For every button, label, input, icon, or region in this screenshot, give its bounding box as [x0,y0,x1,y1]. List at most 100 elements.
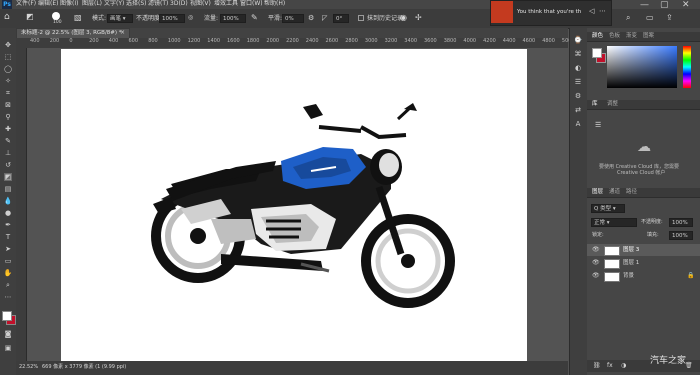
document-info[interactable]: 669 像素 x 3779 像素 (1 (9.99 ppi) [42,365,126,370]
library-message-2: Creative Cloud 帐户 [617,170,666,176]
layer-fill-input[interactable]: 100% [669,231,693,240]
quick-mask-icon[interactable]: ◙ [4,330,12,338]
home-icon[interactable]: ⌂ [4,13,10,22]
menu-edit[interactable]: 编辑(E) [38,1,58,7]
zoom-tool-icon[interactable]: ⌕ [4,281,12,289]
menu-type[interactable]: 文字(Y) [104,1,124,7]
menu-window[interactable]: 窗口(W) [240,1,263,7]
menu-filter[interactable]: 滤镜(T) [148,1,168,7]
hue-slider[interactable] [683,46,691,88]
menu-layer[interactable]: 图层(L) [82,1,102,7]
tab-swatches[interactable]: 色板 [609,33,620,40]
color-field[interactable] [607,46,677,88]
healing-tool-icon[interactable]: ✚ [4,125,12,133]
angle-icon[interactable]: ◸ [322,15,327,22]
pen-tool-icon[interactable]: ✒ [4,221,12,229]
magic-wand-tool-icon[interactable]: ✧ [4,77,12,85]
more-tools-icon[interactable]: ⋯ [4,293,12,301]
blend-mode-select[interactable]: 正常 ▾ [591,218,637,227]
path-select-tool-icon[interactable]: ➤ [4,245,12,253]
symmetry-icon[interactable]: ✢ [415,14,422,22]
lasso-tool-icon[interactable]: ◯ [4,65,12,73]
tab-libraries[interactable]: 库 [592,101,598,108]
history-panel-icon[interactable]: ⌚ [574,36,583,44]
angle-input[interactable]: 0° [333,14,349,23]
rectangle-tool-icon[interactable]: ▭ [4,257,12,265]
opacity-input[interactable]: 100% [159,14,185,23]
dodge-tool-icon[interactable]: ● [4,209,12,217]
hand-tool-icon[interactable]: ✋ [4,269,13,277]
visibility-eye-icon[interactable]: 👁 [592,260,600,266]
type-tool-icon[interactable]: T [4,233,12,241]
menu-view[interactable]: 视图(V) [190,1,211,7]
move-tool-icon[interactable]: ✥ [4,41,12,49]
menu-file[interactable]: 文件(F) [16,1,36,7]
marquee-tool-icon[interactable]: ⬚ [4,53,12,61]
airbrush-icon[interactable]: ✎ [251,14,258,22]
tab-channels[interactable]: 通道 [609,189,620,196]
mask-icon[interactable]: ◑ [621,363,626,369]
share-icon[interactable]: ⇪ [666,14,673,22]
properties-panel-icon[interactable]: ☰ [574,78,582,86]
blur-tool-icon[interactable]: 💧 [4,197,13,205]
tab-paths[interactable]: 路径 [626,189,637,196]
eyedropper-tool-icon[interactable]: ⚲ [4,113,12,121]
tab-gradients[interactable]: 渐变 [626,33,637,40]
eraser-tool-icon[interactable]: ◩ [26,13,34,21]
search-icon[interactable]: ⌕ [626,14,630,22]
menu-select[interactable]: 选择(S) [126,1,147,7]
tab-patterns[interactable]: 图案 [643,33,654,40]
vertical-ruler[interactable] [16,48,27,361]
brush-preview-icon[interactable] [52,12,60,20]
layer-row-3[interactable]: 👁 图层 3 [587,244,700,256]
swatch-panel-icon[interactable]: ◐ [574,64,582,72]
menu-3d[interactable]: 3D(D) [170,1,188,7]
panel-fg-swatch[interactable] [592,48,602,58]
link-layers-icon[interactable]: ⛓ [593,363,601,369]
zoom-level[interactable]: 22.52% [19,365,38,370]
tab-close-icon[interactable]: × [120,30,125,36]
gradient-tool-icon[interactable]: ▤ [4,185,12,193]
smoothing-settings-icon[interactable]: ⚙ [308,15,314,22]
pressure-opacity-icon[interactable]: ◎ [188,15,193,21]
brush-panel-icon[interactable]: ⌘ [574,50,582,58]
speaker-icon[interactable]: ◁ [589,8,594,15]
layer-row-1[interactable]: 👁 图层 1 [587,257,700,269]
fx-icon[interactable]: fx [607,363,613,369]
trash-icon[interactable]: 🗑 [685,363,693,369]
brush-tool-icon[interactable]: ✎ [4,137,12,145]
library-list-icon[interactable]: ☰ [595,122,601,129]
stamp-tool-icon[interactable]: ⊥ [4,149,12,157]
menu-image[interactable]: 图像(I) [60,1,78,7]
visibility-eye-icon[interactable]: 👁 [592,273,600,279]
character-panel-icon[interactable]: A [574,120,582,128]
actions-panel-icon[interactable]: ⚙ [574,92,582,100]
eraser-tool-button-icon[interactable]: ◩ [4,173,12,181]
adjust-panel-icon[interactable]: ⇄ [574,106,582,114]
ps-logo[interactable]: Ps [2,0,12,9]
pressure-size-icon[interactable]: ◉ [400,14,407,22]
flow-input[interactable]: 100% [220,14,246,23]
more-icon[interactable]: ⋯ [599,8,606,15]
screen-mode-icon[interactable]: ▣ [4,344,12,352]
workspace-icon[interactable]: ▭ [646,14,654,22]
tab-adjustments[interactable]: 调整 [607,101,618,108]
tab-layers[interactable]: 图层 [592,189,603,196]
tab-color[interactable]: 颜色 [592,33,603,40]
menu-help[interactable]: 帮助(H) [264,1,285,7]
frame-tool-icon[interactable]: ⊠ [4,101,12,109]
mode-select[interactable]: 画笔 ▾ [107,14,133,23]
menu-plugins[interactable]: 增效工具 [214,1,238,7]
foreground-color-swatch[interactable] [2,311,12,321]
crop-tool-icon[interactable]: ⌗ [4,89,12,97]
layer-filter-select[interactable]: Q 类型 ▾ [591,204,625,213]
erase-history-checkbox[interactable] [358,15,364,21]
layer-row-background[interactable]: 👁 背景 🔒 [587,270,700,282]
history-brush-tool-icon[interactable]: ↺ [4,161,12,169]
document-canvas[interactable] [61,49,527,361]
brush-settings-icon[interactable]: ▧ [74,14,82,22]
media-notification[interactable]: You think that you're th ◁ ⋯ [490,0,612,26]
layer-opacity-input[interactable]: 100% [669,218,693,227]
smoothing-input[interactable]: 0% [282,14,304,23]
visibility-eye-icon[interactable]: 👁 [592,247,600,253]
